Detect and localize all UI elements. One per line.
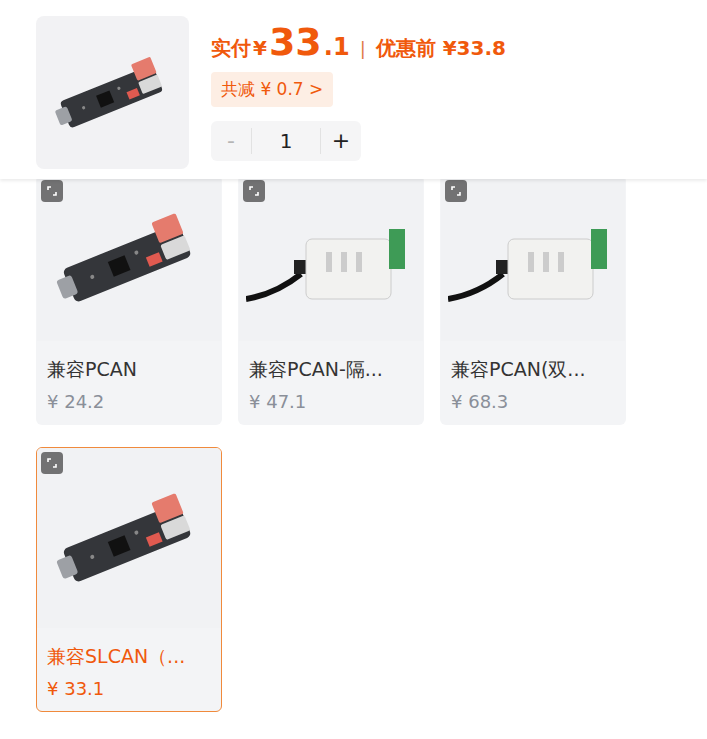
option-label: 兼容PCAN	[47, 357, 211, 383]
currency: ¥	[253, 37, 267, 59]
quantity-stepper: -1+	[211, 121, 361, 161]
quantity-value[interactable]: 1	[251, 128, 321, 154]
option-body: 兼容SLCAN（... ¥ 33.1	[37, 628, 221, 711]
option-card[interactable]: 兼容PCAN-隔... ¥ 47.1	[238, 175, 424, 425]
option-card[interactable]: 兼容PCAN ¥ 24.2	[36, 175, 222, 425]
option-card[interactable]: 兼容PCAN(双... ¥ 68.3	[440, 175, 626, 425]
option-price: ¥ 68.3	[451, 391, 615, 412]
option-image	[441, 176, 625, 341]
product-board-icon	[54, 206, 204, 311]
plus-button[interactable]: +	[321, 127, 361, 154]
original-price: 优惠前 ¥33.8	[376, 37, 506, 59]
header: 实付¥33.1 | 优惠前 ¥33.8 共减 ¥ 0.7 > -1+	[0, 0, 707, 179]
option-label: 兼容PCAN-隔...	[249, 357, 413, 383]
option-price: ¥ 33.1	[47, 678, 211, 699]
price-int: 33	[269, 22, 322, 64]
option-image	[239, 176, 423, 341]
sku-selector: 实付¥33.1 | 优惠前 ¥33.8 共减 ¥ 0.7 > -1+ 兼容PCAN ¥ 24…	[0, 0, 707, 739]
product-board-icon	[53, 51, 173, 135]
divider: |	[360, 38, 366, 59]
option-price: ¥ 24.2	[47, 391, 211, 412]
product-box-icon	[246, 194, 416, 324]
price-row: 实付¥33.1 | 优惠前 ¥33.8	[211, 22, 506, 64]
product-board-icon	[54, 486, 204, 591]
product-thumbnail	[36, 16, 189, 169]
option-body: 兼容PCAN ¥ 24.2	[37, 341, 221, 424]
option-body: 兼容PCAN-隔... ¥ 47.1	[239, 341, 423, 424]
price-info: 实付¥33.1 | 优惠前 ¥33.8 共减 ¥ 0.7 > -1+	[211, 16, 506, 169]
expand-icon[interactable]	[445, 180, 467, 202]
product-box-icon	[448, 194, 618, 324]
option-body: 兼容PCAN(双... ¥ 68.3	[441, 341, 625, 424]
price-dec: .1	[324, 34, 350, 60]
option-card[interactable]: 兼容SLCAN（... ¥ 33.1	[36, 447, 222, 712]
option-image	[37, 448, 221, 628]
minus-button[interactable]: -	[211, 127, 251, 154]
option-price: ¥ 47.1	[249, 391, 413, 412]
expand-icon[interactable]	[243, 180, 265, 202]
price-label: 实付	[211, 37, 251, 59]
option-label: 兼容SLCAN（...	[47, 644, 211, 670]
expand-icon[interactable]	[41, 180, 63, 202]
expand-icon[interactable]	[41, 452, 63, 474]
option-grid: 兼容PCAN ¥ 24.2 兼容PCAN-隔... ¥ 47.1 兼容PCAN(双...…	[0, 175, 707, 712]
option-label: 兼容PCAN(双...	[451, 357, 615, 383]
option-image	[37, 176, 221, 341]
discount-chip[interactable]: 共减 ¥ 0.7 >	[211, 72, 333, 107]
